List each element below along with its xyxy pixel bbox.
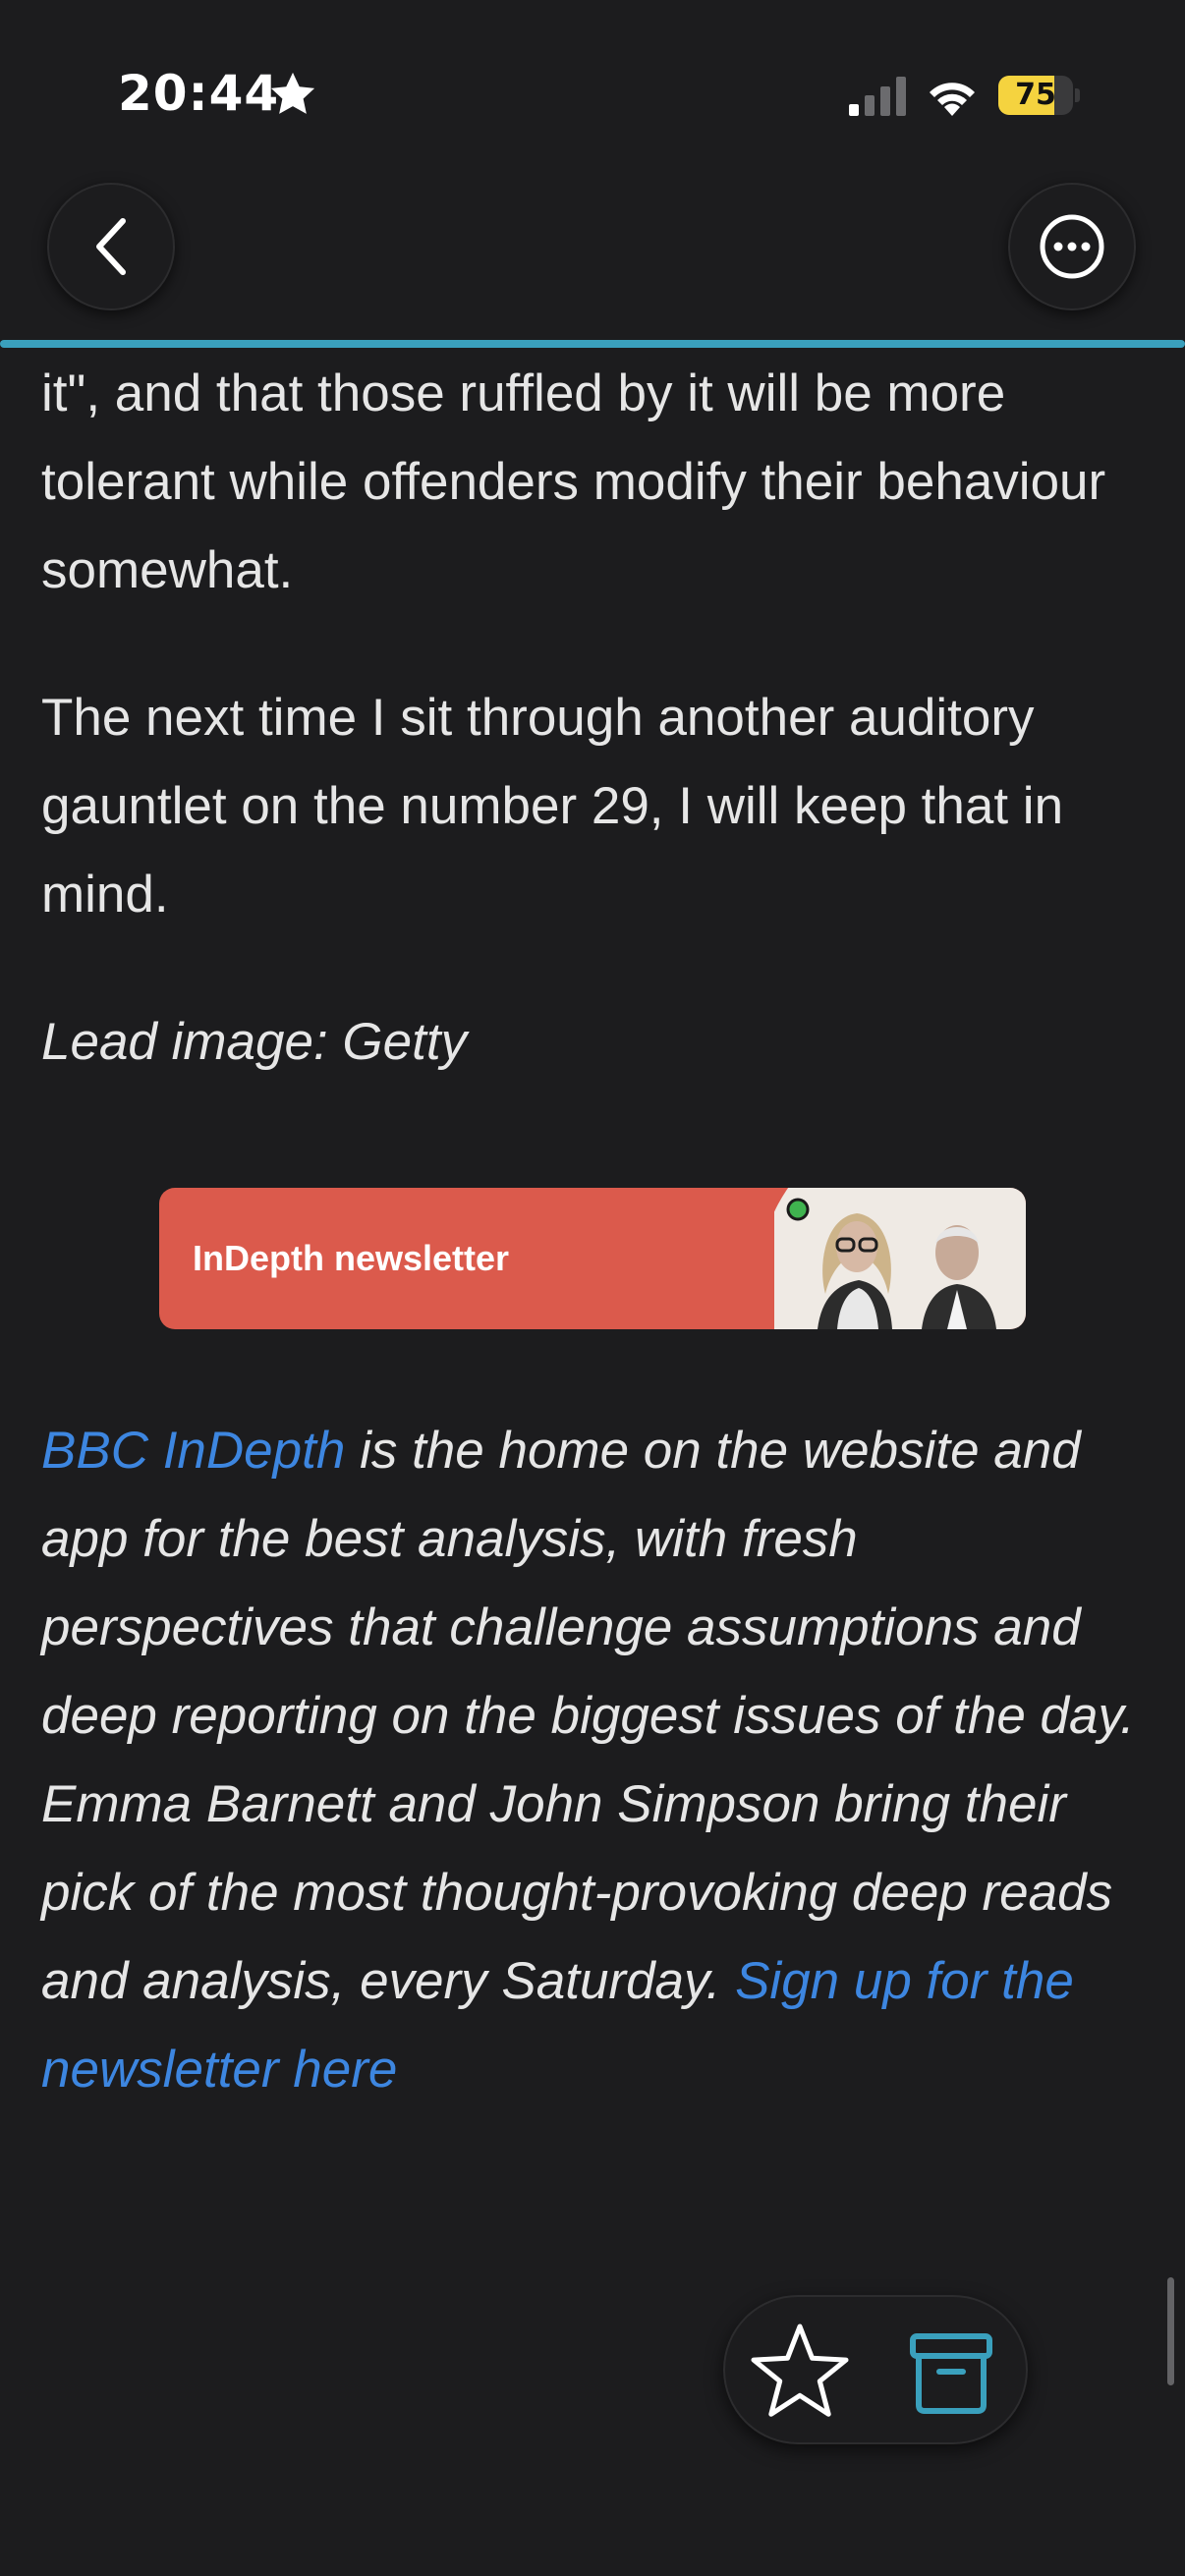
article-actions — [723, 2295, 1028, 2444]
archive-button[interactable] — [902, 2323, 1000, 2421]
battery-level: 75 — [1015, 78, 1056, 112]
battery-indicator: 75 — [998, 76, 1081, 115]
wifi-icon — [930, 83, 975, 116]
promo-paragraph: BBC InDepth is the home on the website a… — [41, 1407, 1152, 2114]
reading-progress-bar — [0, 340, 1185, 348]
article-paragraph: it", and that those ruffled by it will b… — [41, 364, 1106, 599]
article-paragraph: The next time I sit through another audi… — [41, 689, 1064, 924]
bbc-indepth-link[interactable]: BBC InDepth — [41, 1422, 345, 1480]
star-outline-icon — [751, 2324, 849, 2417]
favorite-button[interactable] — [749, 2321, 851, 2423]
newsletter-promo: BBC InDepth is the home on the website a… — [41, 1407, 1152, 2114]
cellular-signal-icon — [849, 77, 906, 116]
chevron-left-icon — [96, 218, 126, 275]
status-time: 20:44 — [118, 65, 280, 122]
article-body: it", and that those ruffled by it will b… — [41, 350, 1152, 1087]
scrollbar-thumb[interactable] — [1167, 2277, 1174, 2385]
archive-box-icon — [910, 2333, 992, 2414]
ellipsis-circle-icon — [1040, 214, 1104, 279]
banner-title: InDepth newsletter — [193, 1238, 510, 1278]
more-options-button[interactable] — [1008, 183, 1136, 310]
newsletter-banner[interactable]: InDepth newsletter — [159, 1188, 1026, 1329]
promo-text: is the home on the website and app for t… — [41, 1422, 1135, 2010]
back-button[interactable] — [47, 183, 175, 310]
star-icon — [270, 72, 315, 114]
image-credit: Lead image: Getty — [41, 1013, 468, 1071]
status-bar: 20:44 75 — [0, 0, 1185, 187]
presenters-photo — [774, 1188, 1026, 1329]
